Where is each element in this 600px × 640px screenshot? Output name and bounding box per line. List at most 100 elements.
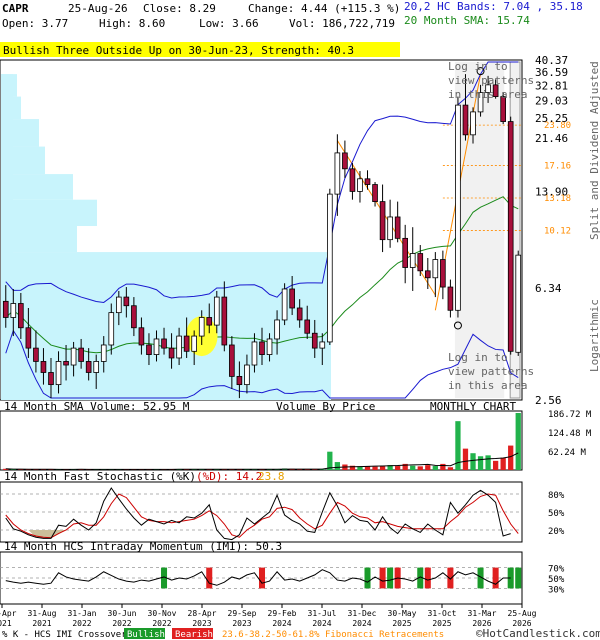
- bullish-crossover-bar: [515, 567, 522, 589]
- x-tick-label: 30-Nov: [148, 609, 177, 618]
- price-tick-label: 6.34: [535, 282, 562, 295]
- volume-bar: [372, 466, 378, 470]
- log-in-text: Log in to: [448, 60, 508, 73]
- candle-bear: [146, 344, 152, 355]
- volume-bar: [410, 465, 416, 470]
- low-label: Low: 3.66: [199, 17, 259, 30]
- candle-bear: [161, 338, 167, 349]
- candle-bull: [55, 361, 62, 386]
- bearish-crossover-bar: [492, 567, 499, 589]
- price-tick-label: 32.81: [535, 80, 568, 93]
- bullish-crossover-bar: [364, 567, 371, 589]
- bullish-crossover-bar: [387, 567, 394, 589]
- candle-bull: [244, 364, 250, 386]
- candle-bull: [198, 317, 205, 337]
- candle-bull: [319, 341, 326, 349]
- candle-bear: [183, 335, 190, 352]
- volume-bar: [515, 413, 521, 470]
- log-in-text: view patterns: [448, 365, 534, 378]
- candle-bear: [168, 347, 175, 359]
- candle-bear: [259, 341, 265, 355]
- bearish-crossover-bar: [447, 567, 454, 589]
- candle-bull: [10, 303, 17, 318]
- volume-bar: [462, 448, 469, 470]
- candle-bull: [176, 335, 182, 359]
- candle-bear: [296, 307, 303, 321]
- candle-bear: [206, 317, 213, 326]
- x-tick-label: 29-Feb: [268, 609, 297, 618]
- candle-bull: [515, 254, 522, 353]
- fib-level-label: 17.16: [544, 161, 571, 171]
- x-tick-label: 31-Dec: [348, 609, 377, 618]
- log-in-text: in this area: [448, 88, 527, 101]
- candle-bear: [304, 319, 311, 334]
- volume-bar: [447, 467, 454, 470]
- price-tick-label: 21.46: [535, 132, 568, 145]
- candle-bear: [394, 216, 401, 239]
- monthly-chart-label: MONTHLY CHART: [430, 400, 516, 413]
- price-tick-label: 13.90: [535, 185, 568, 198]
- candle-bull: [191, 335, 197, 352]
- candle-bear: [342, 152, 348, 170]
- vbp-label: Volume By Price: [276, 400, 375, 413]
- change-label: Change: 4.44 (+115.3 %): [248, 2, 400, 15]
- stochastic-d2-value: 23.8: [258, 470, 285, 483]
- volume-by-price-bar: [1, 199, 97, 227]
- pattern-banner: Bullish Three Outside Up on 30-Jun-23, S…: [3, 44, 354, 57]
- candle-bear: [507, 121, 514, 352]
- volume-bar: [417, 466, 423, 470]
- volume-by-price-bar: [1, 74, 13, 289]
- volume-tick-label: 186.72 M: [548, 410, 592, 420]
- momentum-tick-label: 30%: [548, 585, 565, 595]
- vol-label: Vol: 186,722,719: [289, 17, 395, 30]
- fib-level-label: 10.12: [544, 227, 571, 237]
- hotcandlestick-chart: 23.8017.1613.1810.1240.3736.5932.8129.03…: [0, 0, 600, 640]
- hc-bands-label: 20,2 HC Bands: 7.04 , 35.18: [404, 0, 583, 13]
- volume-bar: [425, 465, 431, 470]
- candle-bear: [349, 168, 356, 192]
- candle-bear: [40, 361, 47, 373]
- candle-bull: [116, 296, 122, 314]
- candle-bear: [311, 332, 318, 349]
- candle-bull: [387, 216, 393, 241]
- log-in-text: Log in to: [448, 351, 508, 364]
- price-panel: 23.8017.1613.1810.1240.3736.5932.8129.03…: [0, 54, 571, 407]
- candle-bear: [63, 361, 69, 366]
- candle-bear: [364, 178, 371, 185]
- candle-bull: [213, 296, 220, 326]
- x-tick-year: 2025: [392, 619, 411, 628]
- open-label: Open: 3.77: [2, 17, 68, 30]
- stochastic-d-value: (%D): 14.2: [196, 470, 262, 483]
- volume-bar: [334, 462, 340, 470]
- volume-bar: [477, 456, 484, 470]
- stochastic-title: 14 Month Fast Stochastic (%K): [4, 470, 196, 483]
- volume-bar: [492, 460, 499, 470]
- candle-bull: [432, 259, 439, 279]
- candle-bear: [48, 372, 54, 386]
- x-tick-year: 2023: [192, 619, 211, 628]
- candle-bull: [93, 361, 100, 373]
- volume-bar: [485, 455, 491, 470]
- candle-bear: [372, 184, 378, 202]
- x-tick-year: 2022: [72, 619, 91, 628]
- copyright[interactable]: ©HotCandlestick.com: [476, 627, 600, 640]
- stochastic-tick-label: 50%: [548, 509, 565, 519]
- candle-bull: [266, 338, 273, 355]
- candle-bull: [409, 253, 416, 268]
- candle-bear: [236, 376, 243, 386]
- bearish-crossover-bar: [206, 567, 213, 589]
- candle-bear: [123, 296, 130, 307]
- volume-panel: 186.72 M 124.48 M 62.24 M: [0, 410, 592, 471]
- candle-bull: [470, 111, 476, 136]
- candle-bear: [229, 344, 235, 377]
- bearish-crossover-bar: [258, 567, 266, 589]
- x-tick-year: 2025: [432, 619, 451, 628]
- candle-bear: [379, 201, 386, 241]
- x-tick-label: 31-Oct: [428, 609, 457, 618]
- fib-legend: 23.6-38.2-50-61.8% Fibonacci Retracement…: [222, 630, 444, 640]
- momentum-tick-label: 50%: [548, 575, 565, 585]
- candle-bull: [274, 319, 280, 340]
- momentum-tick-label: 70%: [548, 565, 565, 575]
- candle-bear: [138, 327, 145, 346]
- x-axis: 30-Apr202131-Aug202131-Jan202230-Jun2022…: [0, 604, 537, 628]
